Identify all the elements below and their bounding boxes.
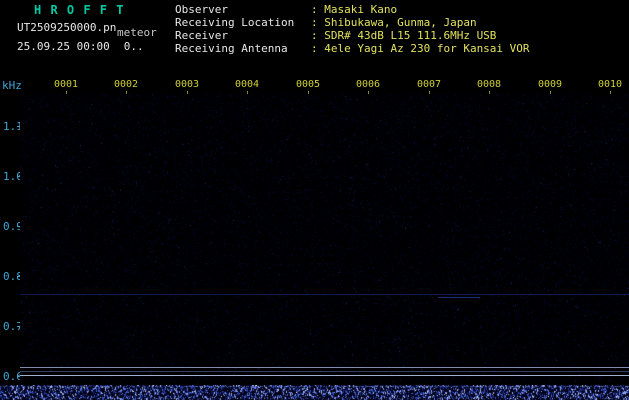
- hrofft-screen: H R O F F T UT2509250000.pn meteor 25.09…: [0, 0, 629, 400]
- info-row: Observer : Masaki Kano: [175, 3, 530, 16]
- carrier-line: [20, 294, 629, 295]
- signal-streak: [438, 297, 480, 298]
- datetime-line: 25.09.25 00:00 0..: [17, 40, 144, 53]
- info-value: : Shibukawa, Gunma, Japan: [311, 16, 477, 29]
- time-label: 0004: [233, 79, 261, 90]
- info-value: : Masaki Kano: [311, 3, 397, 16]
- info-row: Receiving Location : Shibukawa, Gunma, J…: [175, 16, 530, 29]
- time-label: 0003: [173, 79, 201, 90]
- time-label: 0009: [536, 79, 564, 90]
- time-label: 0002: [112, 79, 140, 90]
- output-filename: UT2509250000.pn: [17, 21, 116, 34]
- info-row: Receiver : SDR# 43dB L15 111.6MHz USB: [175, 29, 530, 42]
- info-value: : 4ele Yagi Az 230 for Kansai VOR: [311, 42, 530, 55]
- time-label: 0001: [52, 79, 80, 90]
- noise-floor-line-3: [20, 375, 629, 376]
- info-label: Observer: [175, 3, 311, 16]
- time-label: 0008: [475, 79, 503, 90]
- freq-unit-label: kHz: [2, 79, 22, 92]
- observation-info: Observer : Masaki Kano Receiving Locatio…: [175, 3, 530, 55]
- info-value: : SDR# 43dB L15 111.6MHz USB: [311, 29, 496, 42]
- info-label: Receiving Antenna: [175, 42, 311, 55]
- noise-floor-line-1: [20, 367, 629, 368]
- info-label: Receiving Location: [175, 16, 311, 29]
- time-label: 0010: [596, 79, 624, 90]
- signal-level-strip: [0, 385, 629, 400]
- info-row: Receiving Antenna : 4ele Yagi Az 230 for…: [175, 42, 530, 55]
- noise-floor-line-2: [20, 371, 629, 372]
- time-label: 0006: [354, 79, 382, 90]
- counter-text: 0..: [124, 40, 144, 53]
- time-label: 0005: [294, 79, 322, 90]
- mode-label: meteor: [117, 26, 157, 39]
- info-label: Receiver: [175, 29, 311, 42]
- spectrogram-canvas: [20, 94, 629, 382]
- app-title: H R O F F T: [34, 3, 124, 17]
- time-label: 0007: [415, 79, 443, 90]
- date-text: 25.09.25 00:00: [17, 40, 110, 53]
